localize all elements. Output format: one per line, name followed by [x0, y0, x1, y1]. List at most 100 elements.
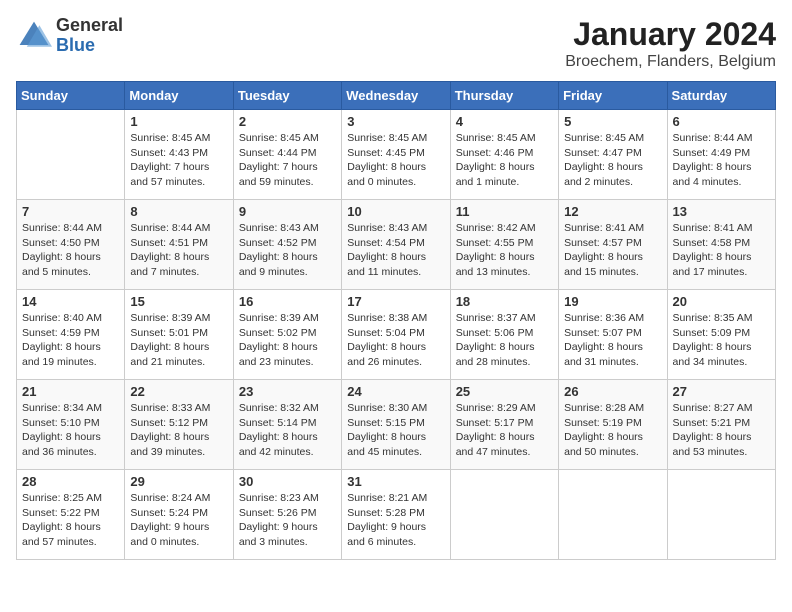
calendar-cell: 4 Sunrise: 8:45 AMSunset: 4:46 PMDaylight…	[450, 110, 558, 200]
cell-info: Sunrise: 8:34 AMSunset: 5:10 PMDaylight:…	[22, 401, 119, 460]
calendar-cell: 25 Sunrise: 8:29 AMSunset: 5:17 PMDayligh…	[450, 380, 558, 470]
calendar-cell: 22Sunrise: 8:33 AMSunset: 5:12 PMDayligh…	[125, 380, 233, 470]
cell-info: Sunrise: 8:45 AMSunset: 4:43 PMDaylight:…	[130, 131, 227, 190]
day-number: 2	[239, 114, 336, 129]
cell-info: Sunrise: 8:39 AMSunset: 5:01 PMDaylight:…	[130, 311, 227, 370]
calendar-cell: 11 Sunrise: 8:42 AMSunset: 4:55 PMDayligh…	[450, 200, 558, 290]
calendar-cell: 10Sunrise: 8:43 AMSunset: 4:54 PMDayligh…	[342, 200, 450, 290]
day-number: 17	[347, 294, 444, 309]
day-number: 28	[22, 474, 119, 489]
calendar-cell: 5Sunrise: 8:45 AMSunset: 4:47 PMDaylight…	[559, 110, 667, 200]
calendar-header: SundayMondayTuesdayWednesdayThursdayFrid…	[17, 82, 776, 110]
calendar-cell: 2 Sunrise: 8:45 AMSunset: 4:44 PMDaylight…	[233, 110, 341, 200]
day-number: 25	[456, 384, 553, 399]
calendar-cell: 15 Sunrise: 8:39 AMSunset: 5:01 PMDayligh…	[125, 290, 233, 380]
header-cell-monday: Monday	[125, 82, 233, 110]
calendar-cell: 24 Sunrise: 8:30 AMSunset: 5:15 PMDayligh…	[342, 380, 450, 470]
cell-info: Sunrise: 8:27 AMSunset: 5:21 PMDaylight:…	[673, 401, 770, 460]
cell-info: Sunrise: 8:39 AMSunset: 5:02 PMDaylight:…	[239, 311, 336, 370]
cell-info: Sunrise: 8:24 AMSunset: 5:24 PMDaylight:…	[130, 491, 227, 550]
calendar-cell	[450, 470, 558, 560]
cell-info: Sunrise: 8:29 AMSunset: 5:17 PMDaylight:…	[456, 401, 553, 460]
cell-info: Sunrise: 8:40 AMSunset: 4:59 PMDaylight:…	[22, 311, 119, 370]
calendar-cell: 13Sunrise: 8:41 AMSunset: 4:58 PMDayligh…	[667, 200, 775, 290]
header-row: SundayMondayTuesdayWednesdayThursdayFrid…	[17, 82, 776, 110]
header-cell-saturday: Saturday	[667, 82, 775, 110]
day-number: 5	[564, 114, 661, 129]
day-number: 7	[22, 204, 119, 219]
cell-info: Sunrise: 8:43 AMSunset: 4:52 PMDaylight:…	[239, 221, 336, 280]
calendar-cell: 16Sunrise: 8:39 AMSunset: 5:02 PMDayligh…	[233, 290, 341, 380]
calendar-cell: 18 Sunrise: 8:37 AMSunset: 5:06 PMDayligh…	[450, 290, 558, 380]
calendar-cell	[559, 470, 667, 560]
logo-icon	[16, 18, 52, 54]
logo-text: General Blue	[56, 16, 123, 56]
calendar-cell: 17 Sunrise: 8:38 AMSunset: 5:04 PMDayligh…	[342, 290, 450, 380]
title-block: January 2024 Broechem, Flanders, Belgium	[565, 16, 776, 71]
calendar-cell: 1 Sunrise: 8:45 AMSunset: 4:43 PMDaylight…	[125, 110, 233, 200]
cell-info: Sunrise: 8:25 AMSunset: 5:22 PMDaylight:…	[22, 491, 119, 550]
calendar-week-3: 14 Sunrise: 8:40 AMSunset: 4:59 PMDayligh…	[17, 290, 776, 380]
page-title: January 2024	[565, 16, 776, 53]
day-number: 6	[673, 114, 770, 129]
day-number: 15	[130, 294, 227, 309]
calendar-cell: 7 Sunrise: 8:44 AMSunset: 4:50 PMDaylight…	[17, 200, 125, 290]
day-number: 12	[564, 204, 661, 219]
logo: General Blue	[16, 16, 123, 56]
page-subtitle: Broechem, Flanders, Belgium	[565, 53, 776, 71]
calendar-cell: 6Sunrise: 8:44 AMSunset: 4:49 PMDaylight…	[667, 110, 775, 200]
header-cell-tuesday: Tuesday	[233, 82, 341, 110]
calendar-cell: 14 Sunrise: 8:40 AMSunset: 4:59 PMDayligh…	[17, 290, 125, 380]
header-cell-sunday: Sunday	[17, 82, 125, 110]
cell-info: Sunrise: 8:21 AMSunset: 5:28 PMDaylight:…	[347, 491, 444, 550]
header-cell-friday: Friday	[559, 82, 667, 110]
cell-info: Sunrise: 8:28 AMSunset: 5:19 PMDaylight:…	[564, 401, 661, 460]
cell-info: Sunrise: 8:45 AMSunset: 4:46 PMDaylight:…	[456, 131, 553, 190]
calendar-week-5: 28 Sunrise: 8:25 AMSunset: 5:22 PMDayligh…	[17, 470, 776, 560]
cell-info: Sunrise: 8:42 AMSunset: 4:55 PMDaylight:…	[456, 221, 553, 280]
calendar-week-4: 21Sunrise: 8:34 AMSunset: 5:10 PMDayligh…	[17, 380, 776, 470]
cell-info: Sunrise: 8:44 AMSunset: 4:51 PMDaylight:…	[130, 221, 227, 280]
day-number: 14	[22, 294, 119, 309]
day-number: 18	[456, 294, 553, 309]
calendar-cell: 30Sunrise: 8:23 AMSunset: 5:26 PMDayligh…	[233, 470, 341, 560]
calendar-cell: 29Sunrise: 8:24 AMSunset: 5:24 PMDayligh…	[125, 470, 233, 560]
cell-info: Sunrise: 8:37 AMSunset: 5:06 PMDaylight:…	[456, 311, 553, 370]
cell-info: Sunrise: 8:38 AMSunset: 5:04 PMDaylight:…	[347, 311, 444, 370]
calendar-week-2: 7 Sunrise: 8:44 AMSunset: 4:50 PMDaylight…	[17, 200, 776, 290]
calendar-table: SundayMondayTuesdayWednesdayThursdayFrid…	[16, 81, 776, 560]
day-number: 31	[347, 474, 444, 489]
calendar-body: 1 Sunrise: 8:45 AMSunset: 4:43 PMDaylight…	[17, 110, 776, 560]
calendar-cell: 27 Sunrise: 8:27 AMSunset: 5:21 PMDayligh…	[667, 380, 775, 470]
day-number: 11	[456, 204, 553, 219]
day-number: 26	[564, 384, 661, 399]
day-number: 20	[673, 294, 770, 309]
header-cell-thursday: Thursday	[450, 82, 558, 110]
calendar-cell: 26 Sunrise: 8:28 AMSunset: 5:19 PMDayligh…	[559, 380, 667, 470]
cell-info: Sunrise: 8:44 AMSunset: 4:50 PMDaylight:…	[22, 221, 119, 280]
day-number: 8	[130, 204, 227, 219]
day-number: 13	[673, 204, 770, 219]
day-number: 24	[347, 384, 444, 399]
day-number: 4	[456, 114, 553, 129]
day-number: 9	[239, 204, 336, 219]
logo-blue: Blue	[56, 36, 123, 56]
header-cell-wednesday: Wednesday	[342, 82, 450, 110]
cell-info: Sunrise: 8:41 AMSunset: 4:57 PMDaylight:…	[564, 221, 661, 280]
day-number: 19	[564, 294, 661, 309]
day-number: 3	[347, 114, 444, 129]
calendar-cell: 23 Sunrise: 8:32 AMSunset: 5:14 PMDayligh…	[233, 380, 341, 470]
calendar-cell: 12 Sunrise: 8:41 AMSunset: 4:57 PMDayligh…	[559, 200, 667, 290]
calendar-cell: 8 Sunrise: 8:44 AMSunset: 4:51 PMDaylight…	[125, 200, 233, 290]
calendar-cell: 21Sunrise: 8:34 AMSunset: 5:10 PMDayligh…	[17, 380, 125, 470]
calendar-cell: 3 Sunrise: 8:45 AMSunset: 4:45 PMDaylight…	[342, 110, 450, 200]
day-number: 23	[239, 384, 336, 399]
day-number: 27	[673, 384, 770, 399]
cell-info: Sunrise: 8:23 AMSunset: 5:26 PMDaylight:…	[239, 491, 336, 550]
cell-info: Sunrise: 8:30 AMSunset: 5:15 PMDaylight:…	[347, 401, 444, 460]
calendar-cell: 28 Sunrise: 8:25 AMSunset: 5:22 PMDayligh…	[17, 470, 125, 560]
cell-info: Sunrise: 8:45 AMSunset: 4:44 PMDaylight:…	[239, 131, 336, 190]
cell-info: Sunrise: 8:45 AMSunset: 4:45 PMDaylight:…	[347, 131, 444, 190]
cell-info: Sunrise: 8:32 AMSunset: 5:14 PMDaylight:…	[239, 401, 336, 460]
day-number: 1	[130, 114, 227, 129]
